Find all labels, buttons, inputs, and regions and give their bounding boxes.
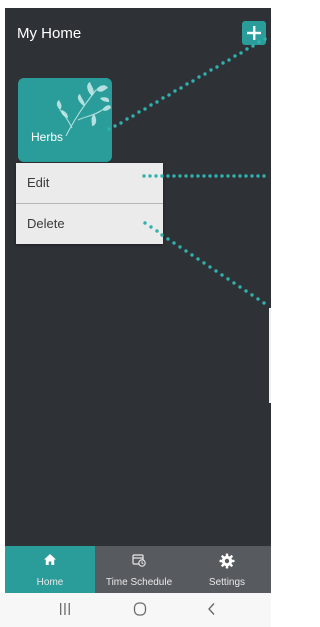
nav-time-schedule[interactable]: Time Schedule xyxy=(95,546,183,593)
home-icon xyxy=(44,554,56,565)
callout-lines xyxy=(107,37,267,305)
callout-panel-edge xyxy=(269,308,271,403)
nav-settings[interactable]: Settings xyxy=(183,546,271,593)
recent-apps-icon[interactable] xyxy=(58,601,72,617)
gear-icon xyxy=(219,553,235,569)
bottom-navigation: Home Time Schedule Settings xyxy=(5,546,271,593)
nav-home[interactable]: Home xyxy=(5,546,95,593)
home-circle-icon[interactable] xyxy=(132,601,148,617)
app-screen: My Home Herbs Edit Delete Home Time Sche… xyxy=(5,8,271,593)
schedule-icon xyxy=(132,554,146,567)
back-icon[interactable] xyxy=(206,601,218,617)
nav-home-label: Home xyxy=(36,577,64,588)
nav-settings-label: Settings xyxy=(208,577,246,588)
system-navigation-bar xyxy=(0,593,271,627)
nav-time-schedule-label: Time Schedule xyxy=(105,577,173,588)
